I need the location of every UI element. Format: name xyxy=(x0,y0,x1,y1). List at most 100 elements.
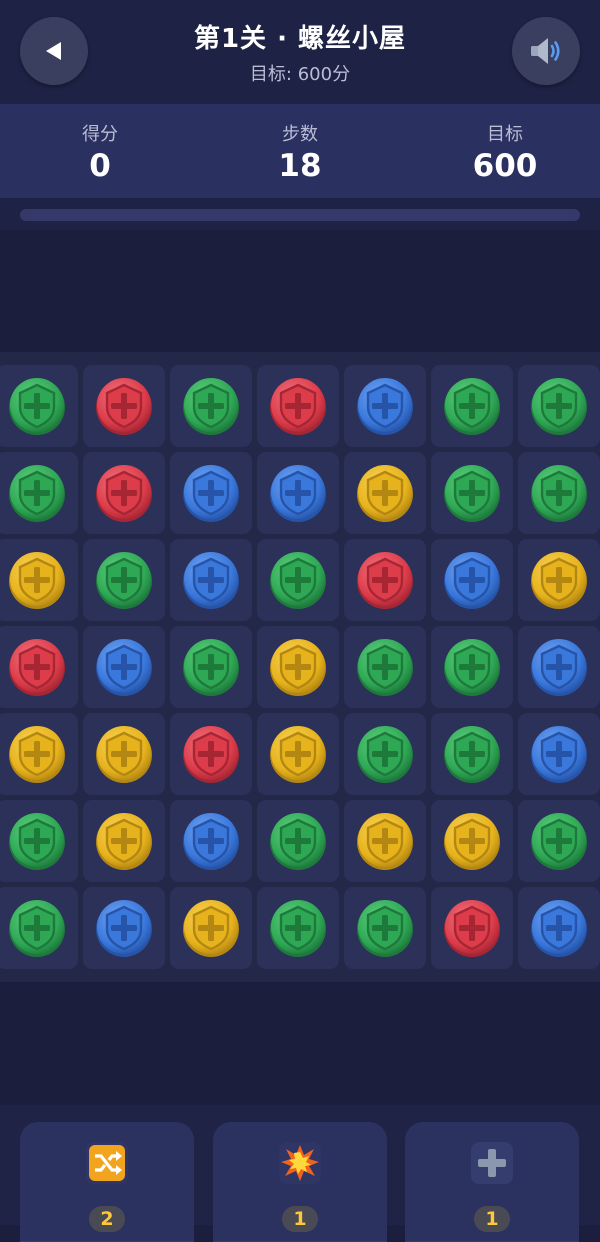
green-screw-icon xyxy=(270,900,326,957)
yellow-screw-icon xyxy=(183,900,239,957)
board-cell[interactable] xyxy=(344,887,426,969)
board-cell[interactable] xyxy=(431,626,513,708)
level-target-subtitle: 目标: 600分 xyxy=(249,64,351,85)
board-cell[interactable] xyxy=(344,452,426,534)
target-label: 目标 xyxy=(487,124,523,145)
yellow-screw-icon xyxy=(9,726,65,783)
board-cell[interactable] xyxy=(170,800,252,882)
board-cell[interactable] xyxy=(0,539,78,621)
board-cell[interactable] xyxy=(344,626,426,708)
board-cell[interactable] xyxy=(518,365,600,447)
board-cell[interactable] xyxy=(170,452,252,534)
board-cell[interactable] xyxy=(344,800,426,882)
board-cell[interactable] xyxy=(0,713,78,795)
shuffle-tool-button[interactable]: 2 xyxy=(20,1122,194,1242)
yellow-screw-icon xyxy=(270,726,326,783)
green-screw-icon xyxy=(183,378,239,435)
green-screw-icon xyxy=(9,813,65,870)
board-cell[interactable] xyxy=(0,626,78,708)
board-cell[interactable] xyxy=(431,887,513,969)
board-cell[interactable] xyxy=(83,626,165,708)
board-cell[interactable] xyxy=(257,887,339,969)
board-cell[interactable] xyxy=(170,539,252,621)
board-cell[interactable] xyxy=(257,713,339,795)
board-cell[interactable] xyxy=(431,713,513,795)
green-screw-icon xyxy=(531,813,587,870)
board-cell[interactable] xyxy=(257,800,339,882)
board-cell[interactable] xyxy=(170,713,252,795)
plus-icon xyxy=(471,1142,513,1184)
yellow-screw-icon xyxy=(270,639,326,696)
board-cell[interactable] xyxy=(0,800,78,882)
board-cell[interactable] xyxy=(344,713,426,795)
plus-count-badge: 1 xyxy=(474,1206,510,1232)
board-cell[interactable] xyxy=(0,887,78,969)
board-cell[interactable] xyxy=(83,452,165,534)
board-cell[interactable] xyxy=(83,800,165,882)
board-cell[interactable] xyxy=(170,887,252,969)
red-screw-icon xyxy=(270,378,326,435)
back-arrow-icon xyxy=(46,42,61,60)
board-cell[interactable] xyxy=(83,713,165,795)
board-cell[interactable] xyxy=(518,800,600,882)
green-screw-icon xyxy=(9,378,65,435)
board-cell[interactable] xyxy=(518,713,600,795)
toolbar: 2 1 1 xyxy=(0,1105,600,1242)
red-screw-icon xyxy=(444,900,500,957)
board-cell[interactable] xyxy=(431,800,513,882)
board-cell[interactable] xyxy=(170,365,252,447)
green-screw-icon xyxy=(444,726,500,783)
stats-bar: 得分 0 步数 18 目标 600 xyxy=(0,104,600,198)
shuffle-icon xyxy=(86,1142,128,1184)
board-cell[interactable] xyxy=(257,452,339,534)
green-screw-icon xyxy=(96,552,152,609)
blue-screw-icon xyxy=(183,465,239,522)
sound-button[interactable] xyxy=(512,17,580,85)
board-cell[interactable] xyxy=(257,365,339,447)
progress-area xyxy=(0,198,600,230)
board-cell[interactable] xyxy=(257,626,339,708)
board-cell[interactable] xyxy=(257,539,339,621)
green-screw-icon xyxy=(357,639,413,696)
board-cell[interactable] xyxy=(0,452,78,534)
board-cell[interactable] xyxy=(344,539,426,621)
board-cell[interactable] xyxy=(344,365,426,447)
red-screw-icon xyxy=(183,726,239,783)
blue-screw-icon xyxy=(270,465,326,522)
board-cell[interactable] xyxy=(518,887,600,969)
board-cell[interactable] xyxy=(83,887,165,969)
back-button[interactable] xyxy=(20,17,88,85)
yellow-screw-icon xyxy=(357,813,413,870)
green-screw-icon xyxy=(357,726,413,783)
score-stat: 得分 0 xyxy=(0,104,200,184)
board-cell[interactable] xyxy=(83,365,165,447)
green-screw-icon xyxy=(444,378,500,435)
board-cell[interactable] xyxy=(83,539,165,621)
yellow-screw-icon xyxy=(357,465,413,522)
yellow-screw-icon xyxy=(9,552,65,609)
moves-value: 18 xyxy=(278,148,322,184)
shuffle-count-badge: 2 xyxy=(89,1206,125,1232)
score-label: 得分 xyxy=(82,124,118,145)
board-cell[interactable] xyxy=(0,365,78,447)
blue-screw-icon xyxy=(96,900,152,957)
blue-screw-icon xyxy=(531,726,587,783)
header: 第1关 · 螺丝小屋 目标: 600分 xyxy=(0,0,600,104)
board-cell[interactable] xyxy=(518,626,600,708)
yellow-screw-icon xyxy=(444,813,500,870)
plus-tool-button[interactable]: 1 xyxy=(405,1122,579,1242)
red-screw-icon xyxy=(96,378,152,435)
blue-screw-icon xyxy=(531,900,587,957)
green-screw-icon xyxy=(183,639,239,696)
bomb-tool-button[interactable]: 1 xyxy=(213,1122,387,1242)
red-screw-icon xyxy=(96,465,152,522)
game-board xyxy=(0,352,600,982)
board-cell[interactable] xyxy=(431,539,513,621)
board-cell[interactable] xyxy=(431,452,513,534)
board-cell[interactable] xyxy=(518,452,600,534)
board-cell[interactable] xyxy=(518,539,600,621)
board-cell[interactable] xyxy=(431,365,513,447)
board-cell[interactable] xyxy=(170,626,252,708)
red-screw-icon xyxy=(357,552,413,609)
yellow-screw-icon xyxy=(96,726,152,783)
